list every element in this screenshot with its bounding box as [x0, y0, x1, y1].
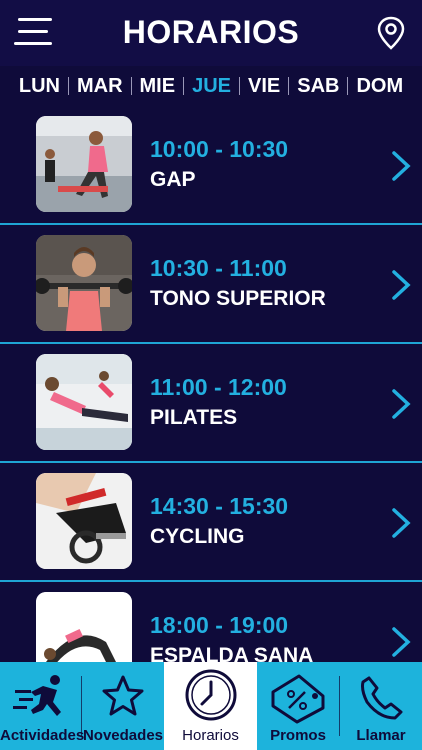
day-tab-jue[interactable]: JUE — [184, 74, 239, 98]
class-time: 11:00 - 12:00 — [150, 374, 287, 400]
class-name: ESPALDA SANA — [150, 644, 314, 662]
class-row[interactable]: 10:00 - 10:30 GAP — [0, 106, 422, 225]
tab-label: Actividades — [0, 727, 85, 744]
phone-icon — [361, 676, 403, 720]
class-row[interactable]: 11:00 - 12:00 PILATES — [0, 344, 422, 463]
class-photo — [36, 592, 132, 662]
day-tab-lun[interactable]: LUN — [11, 74, 68, 98]
chevron-right-icon — [392, 389, 411, 419]
location-pin-icon[interactable] — [376, 16, 406, 50]
class-name: GAP — [150, 168, 196, 191]
bottom-tab-bar: Actividades Novedades Horarios Promos Ll… — [0, 662, 422, 750]
tab-label: Llamar — [356, 727, 406, 744]
class-time: 14:30 - 15:30 — [150, 493, 289, 519]
class-name: TONO SUPERIOR — [150, 287, 326, 310]
chevron-right-icon — [392, 508, 411, 538]
tab-novedades[interactable]: Novedades — [82, 662, 164, 750]
chevron-right-icon — [392, 151, 411, 181]
class-name: CYCLING — [150, 525, 245, 548]
tab-promos[interactable]: Promos — [257, 662, 339, 750]
class-time: 18:00 - 19:00 — [150, 612, 289, 638]
class-photo — [36, 116, 132, 212]
class-photo — [36, 473, 132, 569]
class-row[interactable]: 10:30 - 11:00 TONO SUPERIOR — [0, 225, 422, 344]
day-tab-mie[interactable]: MIE — [132, 74, 184, 98]
runner-icon — [12, 675, 61, 716]
tab-actividades[interactable]: Actividades — [0, 662, 85, 750]
class-name: PILATES — [150, 406, 238, 429]
clock-icon — [185, 669, 236, 721]
tab-label: Promos — [270, 727, 326, 744]
class-row[interactable]: 14:30 - 15:30 CYCLING — [0, 463, 422, 582]
day-tab-mar[interactable]: MAR — [69, 74, 131, 98]
class-photo — [36, 354, 132, 450]
app-header: HORARIOS — [0, 0, 422, 66]
tab-label: Novedades — [82, 727, 164, 744]
class-time: 10:00 - 10:30 — [150, 136, 289, 162]
tab-horarios[interactable]: Horarios — [164, 662, 257, 750]
chevron-right-icon — [392, 627, 411, 657]
tab-label: Horarios — [182, 727, 239, 744]
day-tab-dom[interactable]: DOM — [348, 74, 411, 98]
page-title: HORARIOS — [122, 14, 300, 50]
star-icon — [102, 675, 144, 716]
class-time: 10:30 - 11:00 — [150, 255, 287, 281]
day-selector: LUN MAR MIE JUE VIE SAB DOM — [0, 66, 422, 106]
tag-percent-icon — [271, 674, 325, 724]
day-tab-vie[interactable]: VIE — [240, 74, 288, 98]
class-row[interactable]: 18:00 - 19:00 ESPALDA SANA — [0, 582, 422, 662]
class-photo — [36, 235, 132, 331]
tab-llamar[interactable]: Llamar — [340, 662, 422, 750]
chevron-right-icon — [392, 270, 411, 300]
day-tab-sab[interactable]: SAB — [289, 74, 347, 98]
class-list: 10:00 - 10:30 GAP 10:30 - 11:00 TONO SUP… — [0, 106, 422, 662]
